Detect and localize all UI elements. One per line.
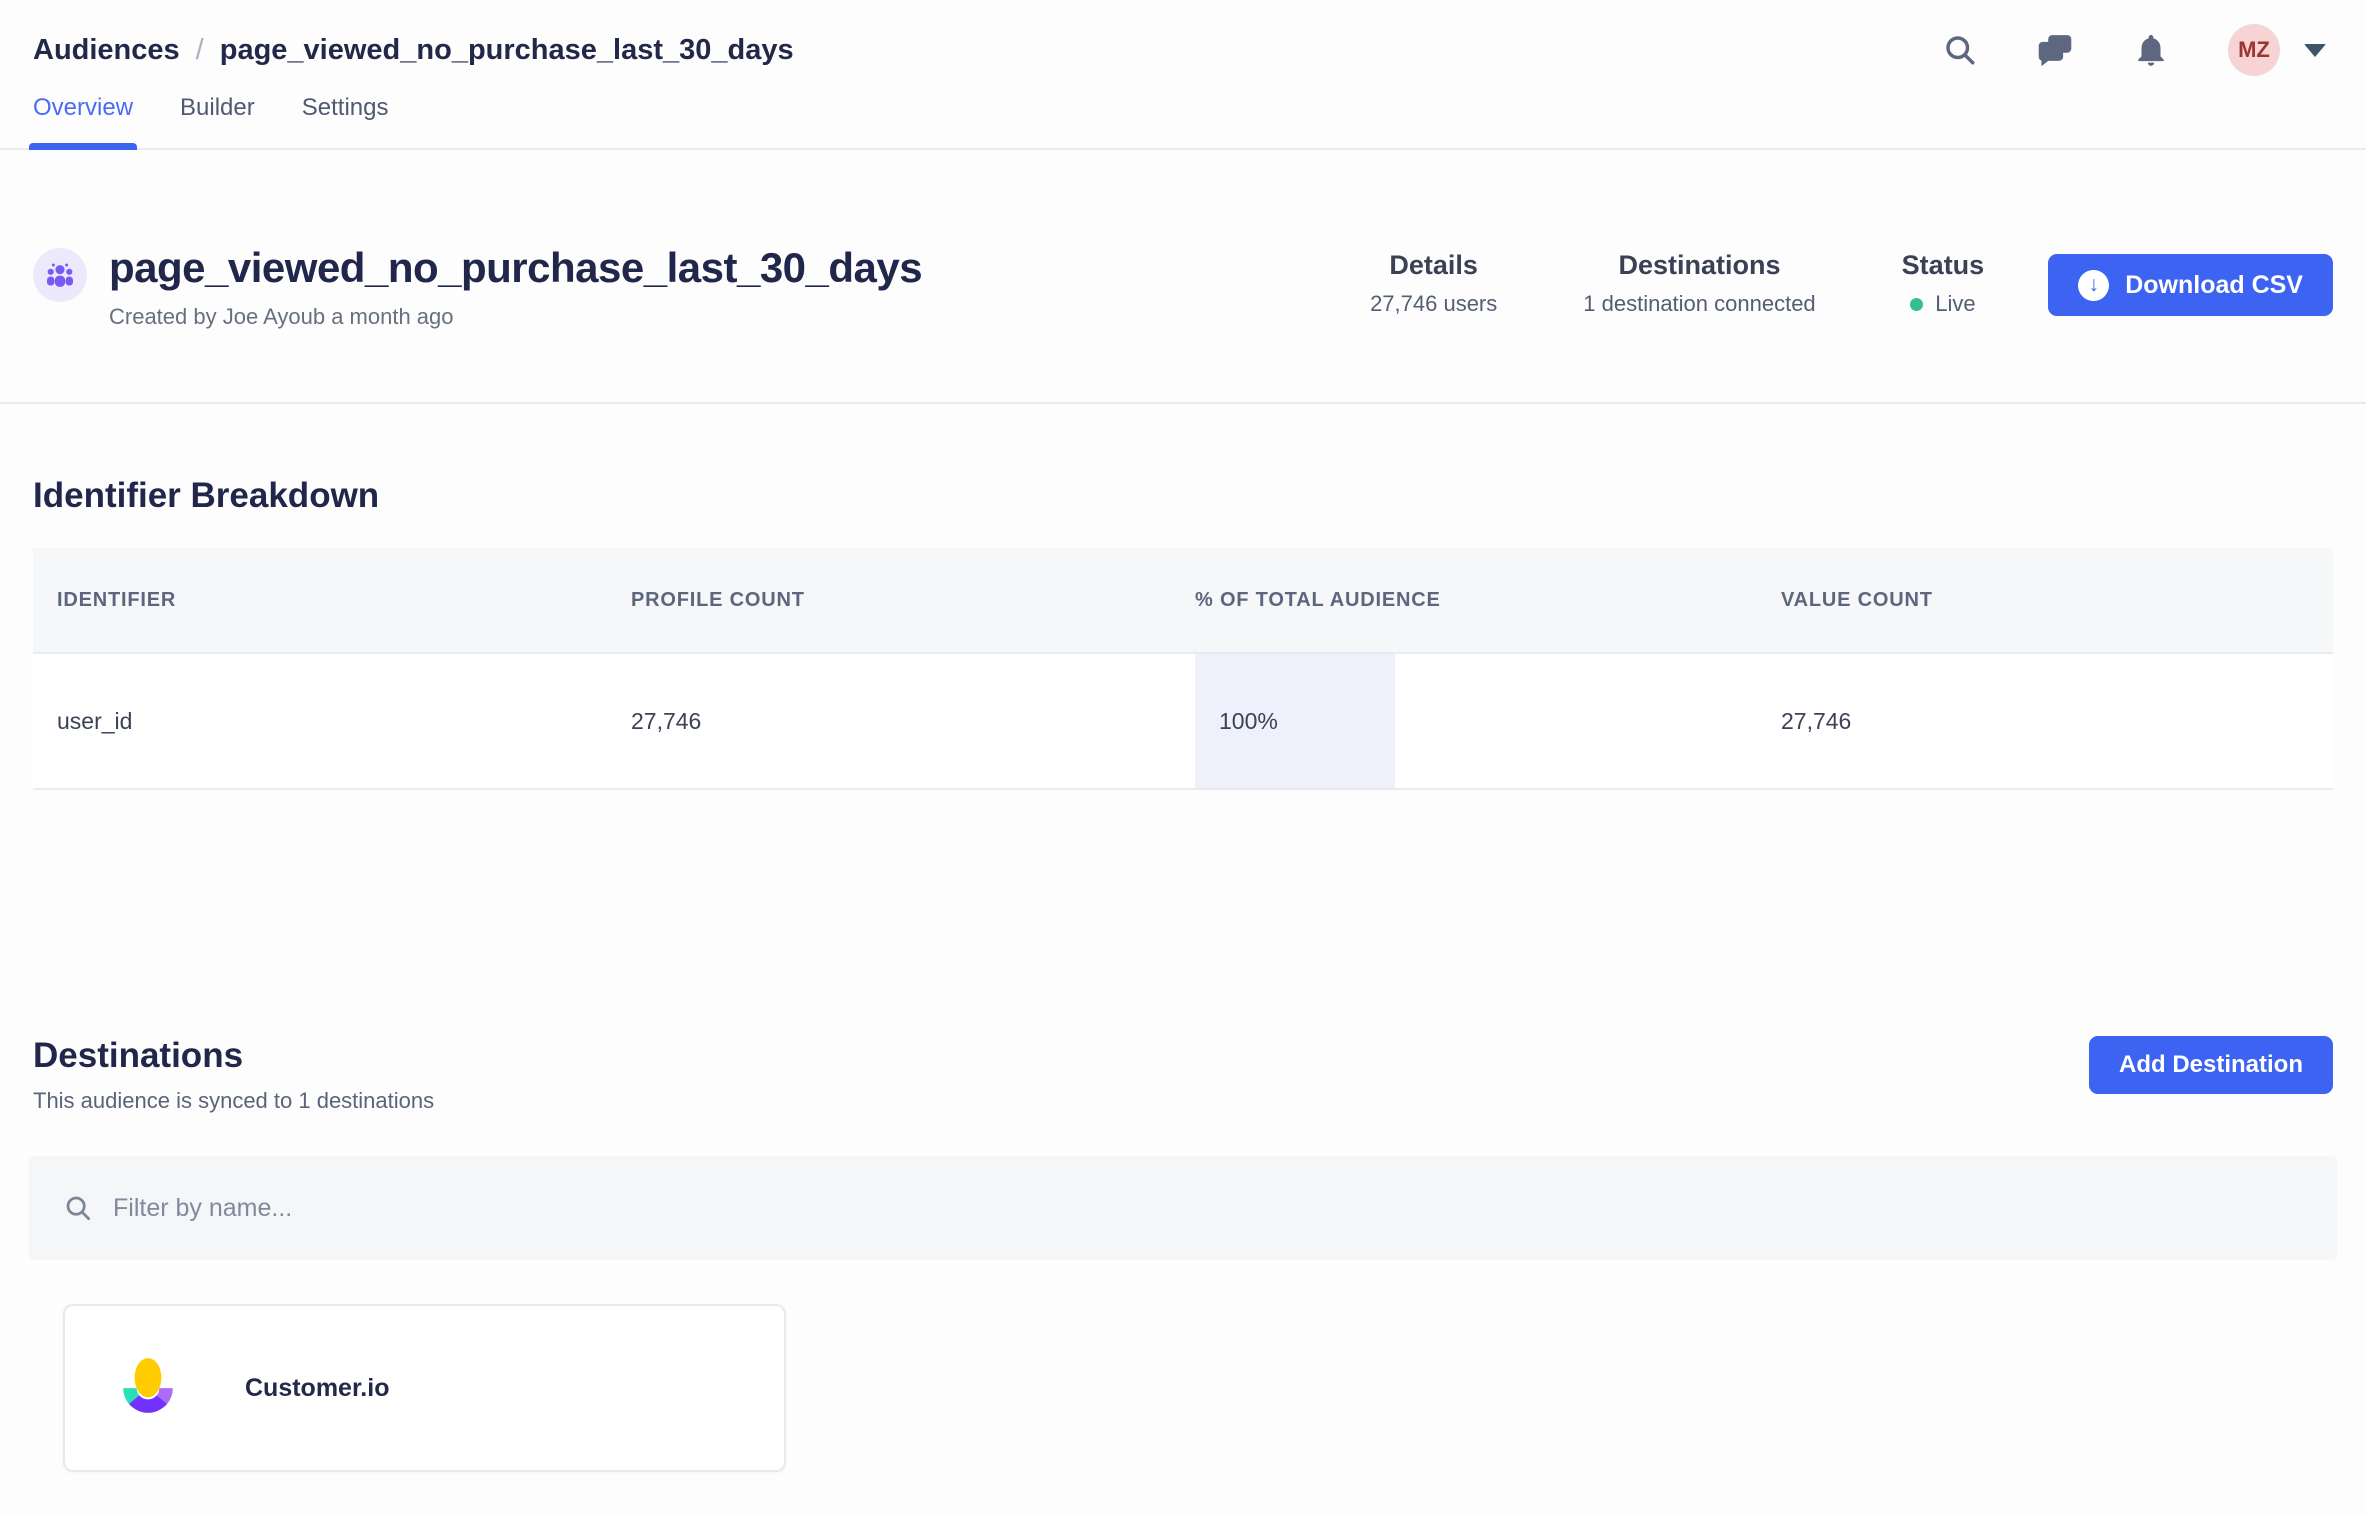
cell-value-count: 27,746 [1781, 654, 2333, 788]
table-row: user_id 27,746 100% 27,746 [33, 654, 2333, 790]
destinations-subtitle: This audience is synced to 1 destination… [33, 1088, 434, 1114]
identifier-breakdown-table: IDENTIFIER PROFILE COUNT % OF TOTAL AUDI… [33, 548, 2333, 790]
page-title: page_viewed_no_purchase_last_30_days [109, 244, 922, 292]
stat-status: Status Live [1902, 250, 1985, 317]
status-live-text: Live [1935, 291, 1975, 317]
stat-details: Details 27,746 users [1370, 250, 1497, 317]
destination-filter-bar [29, 1156, 2337, 1260]
stats-row: Details 27,746 users Destinations 1 dest… [1370, 250, 1984, 317]
download-csv-button[interactable]: ↓ Download CSV [2048, 254, 2333, 316]
breadcrumb-current-page: page_viewed_no_purchase_last_30_days [220, 34, 794, 67]
tab-settings[interactable]: Settings [302, 94, 389, 148]
audience-header: page_viewed_no_purchase_last_30_days Cre… [0, 150, 2366, 330]
tab-builder[interactable]: Builder [180, 94, 255, 148]
status-live-dot-icon [1910, 298, 1923, 311]
filter-search-icon [63, 1193, 93, 1223]
audience-title-block: page_viewed_no_purchase_last_30_days Cre… [33, 244, 922, 330]
stat-details-label: Details [1370, 250, 1497, 281]
topbar-actions: MZ [1942, 24, 2326, 76]
avatar[interactable]: MZ [2228, 24, 2280, 76]
breadcrumb-separator: / [196, 34, 204, 67]
destination-card-customerio[interactable]: Customer.io [63, 1304, 786, 1472]
download-csv-label: Download CSV [2125, 271, 2303, 300]
col-value-count: VALUE COUNT [1781, 589, 2333, 612]
header-divider [0, 402, 2366, 404]
destination-name: Customer.io [245, 1374, 389, 1403]
stat-destinations: Destinations 1 destination connected [1583, 250, 1815, 317]
cell-pct-of-total: 100% [1195, 654, 1781, 788]
notifications-bell-icon[interactable] [2132, 31, 2170, 69]
account-menu[interactable]: MZ [2228, 24, 2326, 76]
status-badge: Live [1902, 291, 1985, 317]
col-profile-count: PROFILE COUNT [631, 589, 1195, 612]
stat-destinations-label: Destinations [1583, 250, 1815, 281]
col-pct-of-total: % OF TOTAL AUDIENCE [1195, 589, 1781, 612]
chat-icon[interactable] [2036, 31, 2074, 69]
stat-details-value: 27,746 users [1370, 291, 1497, 317]
destinations-title: Destinations [33, 1036, 434, 1076]
audience-people-icon [33, 248, 87, 302]
created-by-text: Created by Joe Ayoub a month ago [109, 304, 922, 330]
cell-profile-count: 27,746 [631, 654, 1195, 788]
destinations-header: Destinations This audience is synced to … [0, 1036, 2366, 1114]
audience-summary: Details 27,746 users Destinations 1 dest… [1370, 244, 2333, 317]
chevron-down-icon[interactable] [2304, 44, 2326, 57]
identifier-breakdown-section: Identifier Breakdown IDENTIFIER PROFILE … [0, 476, 2366, 790]
download-icon: ↓ [2078, 270, 2109, 301]
stat-status-label: Status [1902, 250, 1985, 281]
search-icon[interactable] [1942, 32, 1978, 68]
tab-overview[interactable]: Overview [33, 94, 133, 148]
stat-destinations-value: 1 destination connected [1583, 291, 1815, 317]
table-header-row: IDENTIFIER PROFILE COUNT % OF TOTAL AUDI… [33, 548, 2333, 654]
breadcrumb: Audiences / page_viewed_no_purchase_last… [33, 34, 794, 67]
tab-bar: Overview Builder Settings [0, 94, 2366, 150]
identifier-breakdown-title: Identifier Breakdown [33, 476, 2333, 516]
filter-by-name-input[interactable] [113, 1194, 2337, 1223]
cell-identifier: user_id [33, 654, 631, 788]
pct-highlight-bar: 100% [1195, 654, 1395, 788]
customerio-logo-icon [115, 1353, 181, 1424]
breadcrumb-audiences-link[interactable]: Audiences [33, 34, 180, 67]
add-destination-button[interactable]: Add Destination [2089, 1036, 2333, 1094]
col-identifier: IDENTIFIER [33, 589, 631, 612]
top-bar: Audiences / page_viewed_no_purchase_last… [0, 0, 2366, 78]
